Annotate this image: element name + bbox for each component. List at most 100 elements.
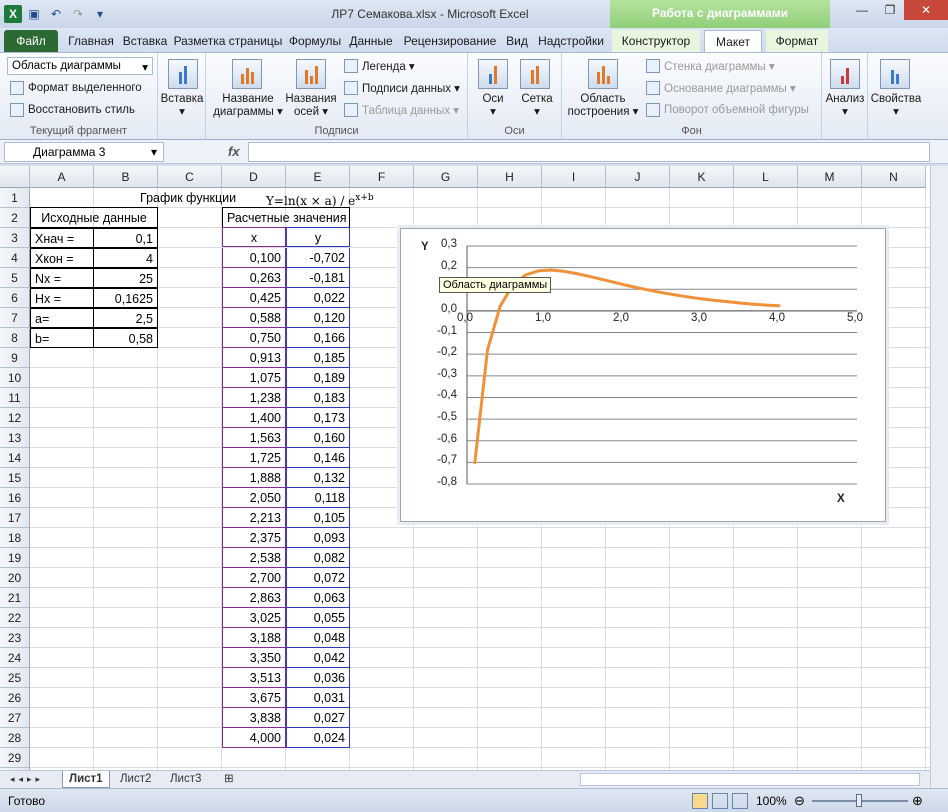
param-value[interactable]: 0,1 (93, 228, 158, 248)
data-point[interactable] (600, 277, 604, 281)
x-value-cell[interactable]: 1,400 (222, 408, 286, 428)
param-value[interactable]: 2,5 (93, 308, 158, 328)
data-point[interactable] (726, 300, 730, 304)
y-value-cell[interactable]: -0,702 (286, 248, 350, 268)
data-point[interactable] (676, 293, 680, 297)
row-header-19[interactable]: 19 (0, 548, 30, 568)
tab-file[interactable]: Файл (4, 30, 58, 52)
y-value-cell[interactable]: 0,120 (286, 308, 350, 328)
x-value-cell[interactable]: 4,000 (222, 728, 286, 748)
zoom-slider-thumb[interactable] (856, 794, 862, 807)
y-value-cell[interactable]: 0,024 (286, 728, 350, 748)
sheet-nav-arrows[interactable]: ◂◂▸▸ (4, 771, 50, 788)
y-value-cell[interactable]: 0,183 (286, 388, 350, 408)
format-selection-button[interactable]: Формат выделенного (10, 81, 142, 95)
row-header-2[interactable]: 2 (0, 208, 30, 228)
x-value-cell[interactable]: 1,725 (222, 448, 286, 468)
y-value-cell[interactable]: 0,055 (286, 608, 350, 628)
param-name[interactable]: a= (30, 308, 94, 328)
fx-icon[interactable]: fx (228, 144, 240, 159)
y-value-cell[interactable]: 0,063 (286, 588, 350, 608)
excel-app-icon[interactable]: X (4, 5, 22, 23)
x-value-cell[interactable]: 3,188 (222, 628, 286, 648)
param-name[interactable]: Nx = (30, 268, 94, 288)
column-header-J[interactable]: J (606, 166, 670, 188)
chart-area[interactable]: Y X 0,30,20,10,0-0,1-0,2-0,3-0,4-0,5-0,6… (400, 228, 886, 522)
x-value-cell[interactable]: 2,700 (222, 568, 286, 588)
plot-area-button[interactable]: Область построения ▾ (562, 93, 644, 119)
row-header-4[interactable]: 4 (0, 248, 30, 268)
column-header-N[interactable]: N (862, 166, 926, 188)
data-point[interactable] (777, 304, 781, 308)
x-axis-title[interactable]: X (837, 493, 845, 505)
data-point[interactable] (739, 301, 743, 305)
select-all-corner[interactable] (0, 166, 30, 188)
x-value-cell[interactable]: 2,213 (222, 508, 286, 528)
y-axis-title[interactable]: Y (421, 241, 429, 253)
tab-view[interactable]: Вид (502, 30, 532, 52)
y-value-cell[interactable]: 0,166 (286, 328, 350, 348)
column-header-D[interactable]: D (222, 166, 286, 188)
x-value-cell[interactable]: 1,563 (222, 428, 286, 448)
row-header-8[interactable]: 8 (0, 328, 30, 348)
column-header-K[interactable]: K (670, 166, 734, 188)
source-data-header[interactable]: Исходные данные (30, 207, 158, 228)
x-value-cell[interactable]: 0,425 (222, 288, 286, 308)
tab-design[interactable]: Конструктор (612, 30, 700, 52)
minimize-icon[interactable]: — (848, 0, 876, 20)
column-header-E[interactable]: E (286, 166, 350, 188)
vertical-scrollbar[interactable] (930, 166, 948, 788)
data-labels-button[interactable]: Подписи данных ▾ (344, 81, 460, 95)
data-point[interactable] (536, 269, 540, 273)
gridlines-button[interactable]: Сетка ▾ (512, 93, 562, 119)
row-header-9[interactable]: 9 (0, 348, 30, 368)
legend-button[interactable]: Легенда ▾ (344, 59, 415, 73)
data-point[interactable] (650, 289, 654, 293)
series-line[interactable] (473, 268, 780, 463)
x-value-cell[interactable]: 3,350 (222, 648, 286, 668)
x-value-cell[interactable]: 3,838 (222, 708, 286, 728)
row-header-23[interactable]: 23 (0, 628, 30, 648)
row-header-12[interactable]: 12 (0, 408, 30, 428)
row-header-20[interactable]: 20 (0, 568, 30, 588)
undo-icon[interactable]: ↶ (46, 5, 66, 23)
x-value-cell[interactable]: 0,913 (222, 348, 286, 368)
param-value[interactable]: 0,58 (93, 328, 158, 348)
row-header-1[interactable]: 1 (0, 188, 30, 208)
column-header-G[interactable]: G (414, 166, 478, 188)
data-point[interactable] (714, 299, 718, 302)
tab-review[interactable]: Рецензирование (400, 30, 500, 52)
row-header-7[interactable]: 7 (0, 308, 30, 328)
insert-sheet-icon[interactable]: ⊞ (218, 771, 240, 788)
y-value-cell[interactable]: 0,185 (286, 348, 350, 368)
param-name[interactable]: Hx = (30, 288, 94, 308)
sheet-tab-1[interactable]: Лист1 (62, 771, 110, 788)
plot-area-icon[interactable] (588, 59, 618, 89)
y-value-cell[interactable]: 0,132 (286, 468, 350, 488)
data-point[interactable] (549, 268, 553, 272)
redo-icon[interactable]: ↷ (68, 5, 88, 23)
x-value-cell[interactable]: 2,050 (222, 488, 286, 508)
tab-home[interactable]: Главная (64, 30, 118, 52)
y-value-cell[interactable]: 0,027 (286, 708, 350, 728)
axis-titles-icon[interactable] (296, 59, 326, 89)
data-point[interactable] (663, 291, 667, 295)
x-value-cell[interactable]: 2,375 (222, 528, 286, 548)
customize-qat-icon[interactable]: ▾ (90, 5, 110, 23)
row-header-5[interactable]: 5 (0, 268, 30, 288)
row-header-14[interactable]: 14 (0, 448, 30, 468)
horizontal-scrollbar[interactable] (580, 773, 920, 786)
zoom-out-icon[interactable]: ⊖ (794, 793, 805, 809)
row-header-15[interactable]: 15 (0, 468, 30, 488)
x-column-header[interactable]: x (222, 227, 286, 247)
row-header-29[interactable]: 29 (0, 748, 30, 768)
param-value[interactable]: 25 (93, 268, 158, 288)
column-header-I[interactable]: I (542, 166, 606, 188)
y-value-cell[interactable]: 0,173 (286, 408, 350, 428)
x-value-cell[interactable]: 0,588 (222, 308, 286, 328)
row-header-26[interactable]: 26 (0, 688, 30, 708)
data-point[interactable] (701, 297, 705, 301)
tab-page-layout[interactable]: Разметка страницы (172, 30, 284, 52)
calc-values-header[interactable]: Расчетные значения (222, 207, 350, 228)
formula-input[interactable] (248, 142, 930, 162)
